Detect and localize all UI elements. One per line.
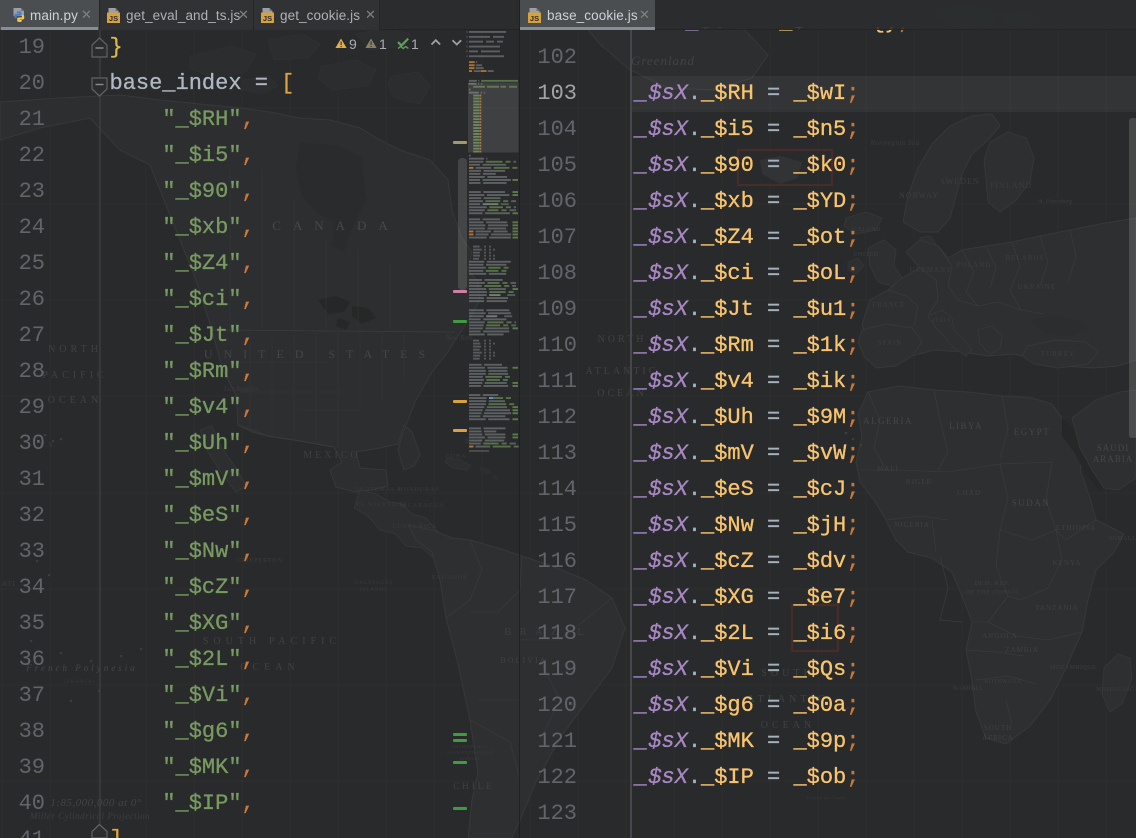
svg-text:DEM. REP.: DEM. REP. [974, 580, 1009, 587]
svg-text:St. Petersburg: St. Petersburg [1038, 199, 1072, 205]
svg-text:MOZAMBIQUE: MOZAMBIQUE [1050, 665, 1096, 671]
svg-text:MALI: MALI [877, 465, 899, 473]
svg-text:Greenland: Greenland [631, 53, 695, 68]
svg-text:ALGERIA: ALGERIA [863, 416, 913, 426]
svg-text:EGYPT: EGYPT [1014, 427, 1051, 437]
svg-text:GUATEMALA: GUATEMALA [355, 487, 401, 493]
svg-text:SOUTH: SOUTH [984, 724, 1012, 732]
svg-text:COSTA RICA: COSTA RICA [393, 524, 438, 530]
svg-text:MEXICO: MEXICO [303, 450, 360, 461]
svg-text:GERMANY: GERMANY [910, 266, 952, 274]
svg-text:AFRICA: AFRICA [982, 734, 1014, 742]
svg-text:BELARUS: BELARUS [1006, 254, 1045, 262]
svg-text:NIGERIA: NIGERIA [894, 521, 930, 529]
svg-text:FINLAND: FINLAND [990, 181, 1032, 190]
svg-text:NAMIBIA: NAMIBIA [953, 686, 983, 692]
svg-text:SAUDI: SAUDI [1097, 443, 1130, 453]
svg-text:SOMALIA: SOMALIA [1109, 536, 1136, 542]
svg-text:ANGOLA: ANGOLA [982, 632, 1018, 640]
svg-text:ARABIA: ARABIA [1093, 454, 1134, 464]
svg-text:ETHIOPIA: ETHIOPIA [1056, 524, 1096, 532]
svg-text:KENYA: KENYA [1053, 559, 1082, 567]
svg-text:MADAGASCAR: MADAGASCAR [1096, 687, 1136, 693]
svg-text:SWEDEN: SWEDEN [940, 177, 979, 186]
svg-text:NICARAGUA: NICARAGUA [400, 503, 445, 509]
svg-text:JS: JS [530, 14, 539, 23]
svg-text:ITALY: ITALY [932, 318, 952, 324]
svg-text:ZAMBIA: ZAMBIA [1005, 646, 1039, 654]
svg-text:ECUADOR: ECUADOR [432, 575, 468, 581]
svg-text:TANZANIA: TANZANIA [1035, 604, 1079, 612]
svg-text:POLAND: POLAND [957, 261, 991, 269]
svg-text:OF THE CONGO: OF THE CONGO [965, 589, 1018, 596]
svg-text:CHAD: CHAD [957, 489, 981, 497]
svg-text:HONDURAS: HONDURAS [398, 487, 439, 493]
svg-text:UKRAINE: UKRAINE [1018, 283, 1057, 291]
svg-text:LIBYA: LIBYA [949, 421, 983, 431]
svg-text:JS: JS [263, 14, 272, 23]
svg-text:JS: JS [109, 14, 118, 23]
svg-text:FRANCE: FRANCE [872, 301, 906, 309]
svg-text:Norwegian Sea: Norwegian Sea [869, 139, 919, 147]
svg-text:CANADA: CANADA [272, 218, 400, 233]
svg-text:BOTSWANA: BOTSWANA [984, 679, 1022, 685]
svg-text:GALAPAGOS: GALAPAGOS [355, 581, 394, 586]
svg-text:NIGER: NIGER [906, 478, 932, 486]
svg-text:NORWAY: NORWAY [899, 191, 939, 200]
svg-text:ISLANDS: ISLANDS [360, 588, 388, 593]
svg-text:TURKEY: TURKEY [1041, 350, 1075, 358]
svg-text:SPAIN: SPAIN [878, 339, 903, 347]
svg-text:SUDAN: SUDAN [1012, 498, 1051, 508]
